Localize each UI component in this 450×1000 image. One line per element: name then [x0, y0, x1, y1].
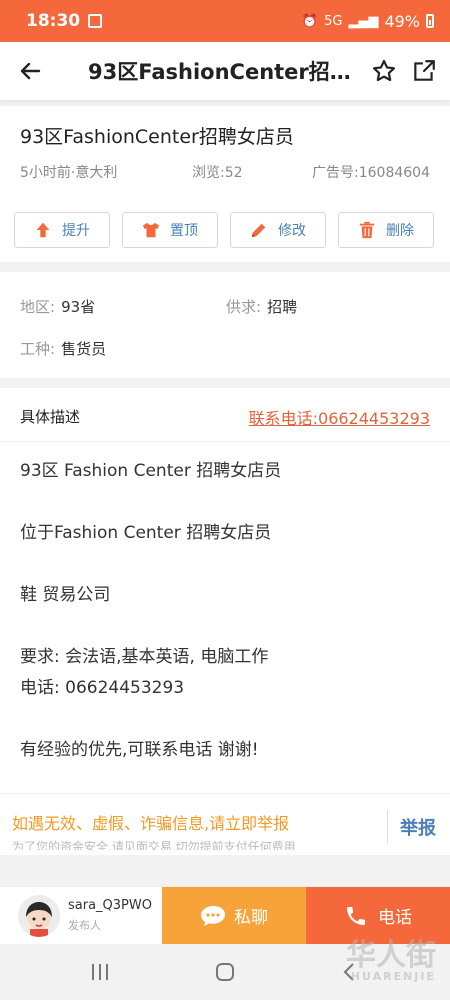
- phone-icon: [347, 906, 365, 925]
- recent-apps-icon: [92, 964, 108, 980]
- battery-percent: 49%: [384, 11, 420, 31]
- report-bar: 如遇无效、虚假、诈骗信息,请立即举报 为了您的资金安全,请见面交易,切勿提前支付…: [0, 793, 450, 855]
- app-bar: 93区FashionCenter招聘女店员: [0, 42, 450, 100]
- description-line: [20, 704, 432, 735]
- arrow-left-icon: [20, 62, 41, 80]
- private-chat-button[interactable]: 私聊: [162, 887, 306, 944]
- report-button[interactable]: 举报: [400, 814, 436, 840]
- supply-field: 供求: 招聘: [226, 296, 297, 317]
- chat-bubble-icon: [201, 905, 225, 926]
- share-icon: [414, 60, 435, 81]
- post-info-card: 地区: 93省 供求: 招聘 工种: 售货员: [0, 272, 450, 378]
- network-label: 5G: [324, 13, 343, 29]
- favorite-button[interactable]: [364, 42, 404, 100]
- publisher-info[interactable]: sara_Q3PWO 发布人: [0, 887, 162, 944]
- region-field: 地区: 93省: [20, 296, 95, 317]
- watermark-logo: 华人街 HUARENJIE: [346, 930, 436, 983]
- notification-icon: [88, 14, 103, 28]
- supply-value: 招聘: [267, 298, 298, 316]
- page-title: 93区FashionCenter招聘女店员: [88, 60, 364, 84]
- post-title: 93区FashionCenter招聘女店员: [20, 126, 294, 148]
- edit-button[interactable]: 修改: [230, 212, 326, 248]
- region-value: 93省: [61, 298, 96, 316]
- description-line: 位于Fashion Center 招聘女店员: [20, 523, 272, 543]
- call-label: 电话: [378, 908, 412, 928]
- supply-label: 供求:: [226, 298, 262, 316]
- description-line: 鞋 贸易公司: [20, 585, 111, 605]
- home-icon: [216, 963, 234, 981]
- watermark-cn: 华人街: [346, 938, 436, 973]
- description-line: [20, 487, 432, 518]
- boost-label: 提升: [62, 223, 90, 239]
- description-header: 具体描述 联系电话:06624453293: [0, 388, 450, 442]
- battery-icon: [426, 14, 434, 28]
- description-line: 要求: 会法语,基本英语, 电脑工作: [20, 647, 269, 667]
- job-field: 工种: 售货员: [20, 338, 106, 359]
- publisher-role: 发布人: [68, 919, 101, 932]
- trash-icon: [359, 221, 375, 239]
- pin-top-label: 置顶: [170, 223, 198, 239]
- post-time-location: 5小时前·意大利: [20, 165, 118, 181]
- private-chat-label: 私聊: [234, 908, 268, 928]
- post-header-card: 93区FashionCenter招聘女店员 5小时前·意大利 浏览:52 广告号…: [0, 106, 450, 262]
- home-button[interactable]: [205, 958, 245, 986]
- job-label: 工种:: [20, 340, 56, 358]
- description-line: 93区 Fashion Center 招聘女店员: [20, 461, 282, 481]
- avatar-icon: [18, 894, 60, 937]
- description-body: 93区 Fashion Center 招聘女店员 位于Fashion Cente…: [20, 456, 432, 766]
- avatar: [18, 894, 60, 937]
- signal-icon: ▂▄▆: [348, 13, 379, 29]
- status-time: 18:30: [26, 11, 81, 31]
- recent-apps-button[interactable]: [80, 958, 120, 986]
- region-label: 地区:: [20, 298, 56, 316]
- watermark-en: HUARENJIE: [350, 970, 436, 983]
- description-line: 电话: 06624453293: [20, 678, 185, 698]
- contact-phone-link[interactable]: 联系电话:06624453293: [249, 405, 430, 429]
- description-line: [20, 611, 432, 642]
- description-title: 具体描述: [20, 408, 81, 426]
- description-line: [20, 549, 432, 580]
- edit-label: 修改: [278, 223, 306, 239]
- description-line: 有经验的优先,可联系电话 谢谢!: [20, 740, 259, 760]
- action-buttons: 提升 置顶 修改 删除: [14, 212, 434, 248]
- arrow-up-icon: [36, 222, 50, 238]
- pin-top-button[interactable]: 置顶: [122, 212, 218, 248]
- post-ad-number: 广告号:16084604: [312, 165, 430, 181]
- job-value: 售货员: [61, 340, 107, 358]
- pencil-icon: [251, 223, 266, 238]
- boost-button[interactable]: 提升: [14, 212, 110, 248]
- publisher-name: sara_Q3PWO: [68, 898, 152, 913]
- delete-button[interactable]: 删除: [338, 212, 434, 248]
- shirt-icon: [142, 222, 160, 238]
- star-icon: [372, 59, 396, 82]
- post-views: 浏览:52: [192, 165, 243, 181]
- status-bar: 18:30 ⏰ 5G ▂▄▆ 49%: [0, 0, 450, 42]
- report-warning: 如遇无效、虚假、诈骗信息,请立即举报: [12, 814, 290, 833]
- back-button[interactable]: [0, 42, 60, 100]
- delete-label: 删除: [386, 223, 414, 239]
- share-button[interactable]: [404, 42, 444, 100]
- description-card: 具体描述 联系电话:06624453293 93区 Fashion Center…: [0, 388, 450, 793]
- report-subtext: 为了您的资金安全,请见面交易,切勿提前支付任何费用: [12, 840, 296, 850]
- alarm-icon: ⏰: [301, 13, 319, 29]
- report-divider: [387, 810, 388, 844]
